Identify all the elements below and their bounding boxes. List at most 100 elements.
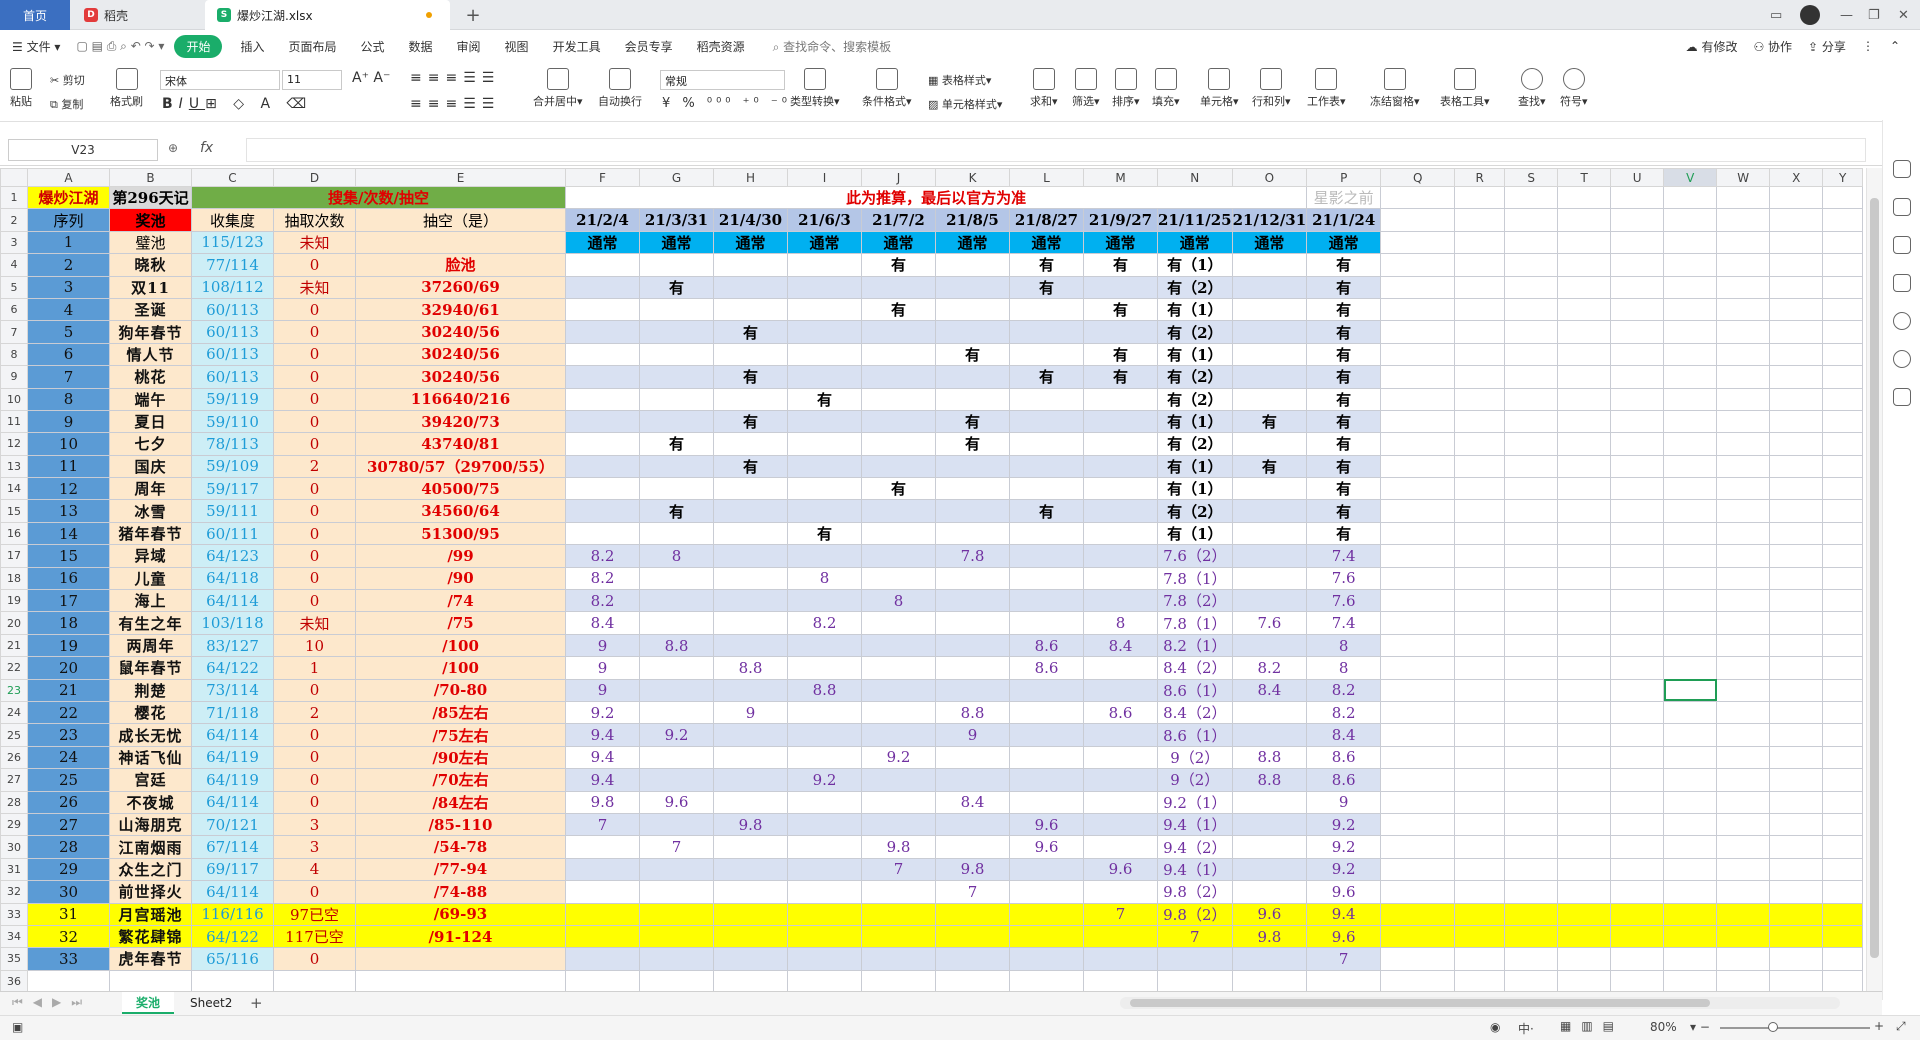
cell-collection[interactable]: 77/114 <box>191 253 274 277</box>
header-date[interactable]: 21/8/27 <box>1009 208 1084 232</box>
cell-date-value[interactable] <box>935 835 1010 859</box>
empty-cell[interactable] <box>1716 253 1771 277</box>
empty-cell[interactable] <box>1769 477 1824 501</box>
cell-date-value[interactable]: 9.8（2） <box>1157 880 1233 904</box>
empty-cell[interactable] <box>1663 790 1718 814</box>
empty-cell[interactable] <box>1610 700 1665 725</box>
cell-date-value[interactable] <box>1083 924 1158 949</box>
empty-cell[interactable] <box>1610 185 1665 210</box>
empty-cell[interactable] <box>1454 969 1506 991</box>
cell-date-value[interactable] <box>861 365 936 389</box>
cell-collection[interactable]: 65/116 <box>191 947 274 971</box>
cell-draw-count[interactable]: 0 <box>273 544 356 568</box>
cell-pool[interactable]: 荆楚 <box>109 678 192 702</box>
empty-cell[interactable] <box>1610 230 1665 255</box>
empty-cell[interactable] <box>1716 633 1771 658</box>
cell-seq[interactable]: 21 <box>27 678 110 702</box>
empty-cell[interactable] <box>1454 387 1506 411</box>
cell-seq[interactable]: 15 <box>27 544 110 568</box>
cell-date-value[interactable] <box>787 544 862 568</box>
cell-date-value[interactable] <box>1009 387 1084 411</box>
cell-date-value[interactable] <box>713 477 788 501</box>
cell-date-value[interactable]: 9.4 <box>1306 902 1382 926</box>
cell-pool[interactable]: 两周年 <box>109 633 192 658</box>
cell-empty-out[interactable]: 32940/61 <box>355 297 566 322</box>
more-icon[interactable]: ⋮ <box>1862 39 1874 53</box>
empty-cell[interactable] <box>1822 835 1864 859</box>
cell-empty-out[interactable]: /100 <box>355 633 566 658</box>
modified-button[interactable]: ☁ 有修改 <box>1686 38 1738 55</box>
empty-cell[interactable] <box>787 969 862 991</box>
empty-cell[interactable] <box>1380 902 1456 926</box>
empty-cell[interactable] <box>1380 230 1456 255</box>
row-header[interactable]: 22 <box>0 656 28 680</box>
empty-cell[interactable] <box>1716 656 1771 680</box>
sheet-tab-jiangchi[interactable]: 奖池 <box>122 992 175 1014</box>
cell-empty-out[interactable]: /70-80 <box>355 678 566 702</box>
row-header[interactable]: 32 <box>0 880 28 904</box>
cell-type[interactable]: 通常 <box>935 230 1010 255</box>
empty-cell[interactable] <box>1557 656 1612 680</box>
cell-date-value[interactable]: 9.6 <box>1306 880 1382 904</box>
empty-cell[interactable] <box>1769 275 1824 299</box>
header-seq[interactable]: 序列 <box>27 208 110 232</box>
cell-date-value[interactable]: 有 <box>1306 275 1382 299</box>
empty-cell[interactable] <box>1380 297 1456 322</box>
empty-cell[interactable] <box>1610 902 1665 926</box>
empty-cell[interactable] <box>1822 320 1864 344</box>
empty-cell[interactable] <box>1610 454 1665 479</box>
empty-cell[interactable] <box>1504 902 1559 926</box>
empty-cell[interactable] <box>1769 924 1824 949</box>
cell-date-value[interactable]: 8.6 <box>1306 745 1382 770</box>
empty-cell[interactable] <box>1454 723 1506 747</box>
cell-seq[interactable]: 26 <box>27 790 110 814</box>
cell-date-value[interactable] <box>787 454 862 479</box>
cell-date-value[interactable] <box>1009 880 1084 904</box>
cell-date-value[interactable] <box>713 589 788 613</box>
cell-date-value[interactable] <box>935 947 1010 971</box>
cell-date-value[interactable]: 有 <box>1083 253 1158 277</box>
formula-input[interactable] <box>246 138 1866 162</box>
empty-cell[interactable] <box>1504 947 1559 971</box>
sum-button[interactable]: 求和▾ <box>1030 68 1058 109</box>
command-search[interactable]: ⌕ 查找命令、搜索模板 <box>773 38 892 55</box>
cell-date-value[interactable]: 9.6 <box>639 790 714 814</box>
empty-cell[interactable] <box>1769 656 1824 680</box>
cell-date-value[interactable] <box>935 477 1010 501</box>
cell-pool[interactable]: 有生之年 <box>109 611 192 635</box>
cell-seq[interactable]: 14 <box>27 521 110 546</box>
macro-icon[interactable]: ▣ <box>12 1020 23 1034</box>
cell-seq[interactable]: 31 <box>27 902 110 926</box>
empty-cell[interactable] <box>1454 185 1506 210</box>
cell-date-value[interactable] <box>1083 880 1158 904</box>
column-header-o[interactable]: O <box>1231 168 1308 187</box>
empty-cell[interactable] <box>1663 297 1718 322</box>
cell-pool[interactable]: 异域 <box>109 544 192 568</box>
cell-empty-out[interactable]: 脸池 <box>355 253 566 277</box>
cell-draw-count[interactable]: 0 <box>273 947 356 971</box>
empty-cell[interactable] <box>1716 969 1771 991</box>
cell-type[interactable]: 通常 <box>713 230 788 255</box>
cell-date-value[interactable] <box>1157 947 1233 971</box>
empty-cell[interactable] <box>1663 499 1718 523</box>
header-pool[interactable]: 奖池 <box>109 208 192 232</box>
watermark-cell[interactable]: 星影之前 <box>1306 185 1382 210</box>
cell-date-value[interactable]: 8.6（1） <box>1157 723 1233 747</box>
cell-date-value[interactable] <box>1231 790 1308 814</box>
cell-date-value[interactable] <box>787 902 862 926</box>
cell-date-value[interactable]: 9.4（1） <box>1157 812 1233 837</box>
cell-date-value[interactable] <box>1083 454 1158 479</box>
empty-cell[interactable] <box>1504 880 1559 904</box>
empty-cell[interactable] <box>1557 880 1612 904</box>
cell-date-value[interactable] <box>1083 387 1158 411</box>
cell-date-value[interactable] <box>1083 768 1158 792</box>
cell-date-value[interactable]: 有 <box>1306 432 1382 456</box>
cell-empty-out[interactable]: 30240/56 <box>355 365 566 389</box>
cell-date-value[interactable] <box>787 320 862 344</box>
cell-date-value[interactable] <box>1231 812 1308 837</box>
empty-cell[interactable] <box>1380 365 1456 389</box>
cell-date-value[interactable] <box>1231 499 1308 523</box>
empty-cell[interactable] <box>1769 723 1824 747</box>
cell-date-value[interactable]: 8.4（2） <box>1157 656 1233 680</box>
cell-date-value[interactable] <box>861 544 936 568</box>
